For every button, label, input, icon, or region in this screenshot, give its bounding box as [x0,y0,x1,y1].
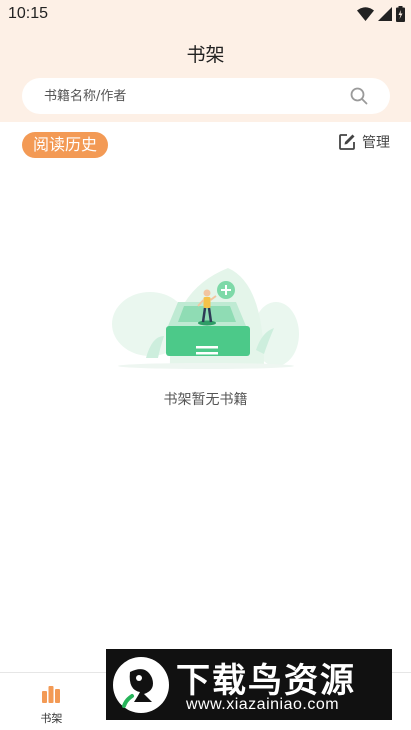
watermark-title: 下载鸟资源 [176,661,356,701]
empty-state-message: 书架暂无书籍 [163,392,248,408]
page-title: 书架 [186,44,225,66]
header: 书架 [0,30,411,122]
bookshelf-icon [42,686,61,703]
watermark-url: www.xiazainiao.com [186,696,340,713]
manage-label: 管理 [362,135,390,151]
search-icon[interactable] [350,87,368,105]
watermark-banner: 下载鸟资源 www.xiazainiao.com [106,649,392,720]
empty-bookshelf-illustration [112,268,299,369]
nav-item-bookshelf[interactable]: 书架 [0,673,103,730]
status-bar: 10:15 [0,0,411,30]
wifi-icon [357,7,374,21]
battery-icon [396,6,405,22]
status-time: 10:15 [8,5,49,22]
signal-icon [378,7,392,21]
edit-icon [339,134,355,150]
reading-history-tab[interactable]: 阅读历史 [22,132,109,158]
status-icons [357,6,405,22]
search-box[interactable] [22,78,390,114]
search-input[interactable] [44,78,344,114]
nav-label-bookshelf: 书架 [40,712,63,725]
bird-logo-icon [113,657,169,713]
manage-button[interactable]: 管理 [338,130,390,154]
